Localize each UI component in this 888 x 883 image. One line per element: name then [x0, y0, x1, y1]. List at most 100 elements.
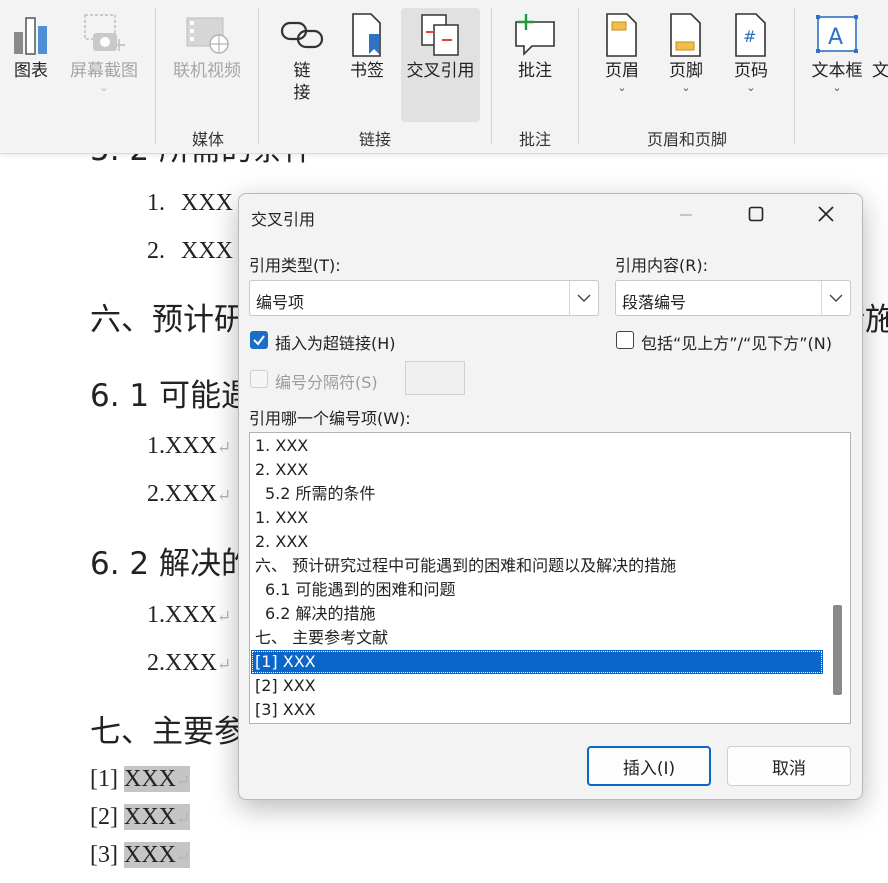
comment-label: 批注	[518, 61, 552, 81]
chart-button[interactable]: 图表	[4, 10, 58, 82]
doc-list-item[interactable]: 1. XXX	[147, 190, 233, 217]
close-button[interactable]	[803, 198, 849, 234]
ribbon: 图表 屏幕截图 ⌄ 联机视频 链 接 书签 交叉引用 批注 页眉 ⌄ 页脚 ⌄ …	[0, 0, 888, 154]
list-item-text: 6.2 解决的措施	[265, 604, 376, 623]
list-scrollbar[interactable]	[826, 433, 850, 723]
list-item-text: [1] XXX	[255, 652, 316, 671]
chevron-down-icon[interactable]	[569, 281, 598, 315]
chevron-down-icon[interactable]	[821, 281, 850, 315]
header-icon	[591, 10, 653, 60]
text-more-label: 文	[872, 61, 888, 81]
list-item-text: 5.2 所需的条件	[265, 484, 376, 503]
number-separator-checkbox[interactable]	[250, 370, 268, 388]
chain-link-icon	[272, 10, 332, 60]
list-item-text: 2. XXX	[255, 532, 309, 551]
header-label: 页眉	[605, 61, 639, 81]
ref-content-select[interactable]: 段落编号	[615, 280, 851, 316]
chart-label: 图表	[14, 61, 48, 81]
list-item-text: 2. XXX	[255, 460, 309, 479]
film-globe-icon	[164, 10, 250, 60]
textbox-button[interactable]: A 文本框 ⌄	[806, 10, 868, 94]
list-item[interactable]: 5.2 所需的条件	[251, 482, 823, 506]
online-video-button[interactable]: 联机视频	[164, 10, 250, 82]
reference-number: [2]	[90, 804, 118, 830]
list-text: 2.XXX	[147, 650, 217, 676]
paragraph-mark: ↵	[217, 438, 232, 457]
list-item[interactable]: 六、 预计研究过程中可能遇到的困难和问题以及解决的措施	[251, 554, 823, 578]
doc-list-item[interactable]: 2.XXX↵	[147, 650, 231, 677]
bar-chart-icon	[4, 10, 58, 60]
chevron-down-icon: ⌄	[681, 81, 691, 94]
textbox-icon: A	[806, 10, 868, 60]
paragraph-mark: ↵	[217, 655, 232, 674]
doc-list-item[interactable]: 1.XXX↵	[147, 602, 231, 629]
footer-button[interactable]: 页脚 ⌄	[655, 10, 717, 94]
list-item[interactable]: [1] XXX	[251, 650, 823, 674]
include-above-below-label[interactable]: 包括“见上方”/“见下方”(N)	[641, 330, 832, 354]
doc-list-item[interactable]: 2. XXX	[147, 238, 233, 265]
insert-button[interactable]: 插入(I)	[587, 746, 711, 786]
number-separator-label: 编号分隔符(S)	[275, 373, 378, 392]
list-item-text: 七、 主要参考文献	[255, 628, 389, 647]
ref-type-select[interactable]: 编号项	[249, 280, 599, 316]
insert-hyperlink-label[interactable]: 插入为超链接(H)	[275, 330, 396, 354]
doc-list-item[interactable]: 2.XXX↵	[147, 481, 231, 508]
ref-type-label: 引用类型(T):	[249, 256, 341, 275]
camera-icon	[64, 10, 144, 60]
list-text: 2.XXX	[147, 481, 217, 507]
screenshot-button[interactable]: 屏幕截图 ⌄	[64, 10, 144, 94]
chevron-down-icon: ⌄	[746, 81, 756, 94]
include-above-below-checkbox[interactable]	[616, 331, 634, 349]
list-item[interactable]: 2. XXX	[251, 458, 823, 482]
online-video-label: 联机视频	[173, 61, 241, 81]
list-item[interactable]: 七、 主要参考文献	[251, 626, 823, 650]
group-label-media: 媒体	[191, 130, 224, 149]
page-number-button[interactable]: # 页码 ⌄	[720, 10, 782, 94]
chevron-down-icon: ⌄	[832, 81, 842, 94]
insert-hyperlink-checkbox[interactable]	[250, 331, 268, 349]
maximize-button[interactable]	[733, 198, 779, 234]
header-button[interactable]: 页眉 ⌄	[591, 10, 653, 94]
scrollbar-thumb[interactable]	[833, 605, 842, 695]
minimize-button[interactable]	[663, 198, 709, 234]
bookmark-button[interactable]: 书签	[338, 10, 396, 82]
text-more-button[interactable]: 文	[872, 60, 888, 82]
cancel-button-label: 取消	[772, 758, 806, 779]
close-icon	[818, 206, 834, 226]
numbered-items-list[interactable]: 1. XXX 2. XXX 5.2 所需的条件 1. XXX 2. XXX 六、 预计研究…	[249, 432, 851, 724]
doc-reference-item[interactable]: [2] XXX↵	[90, 804, 191, 831]
maximize-icon	[748, 206, 764, 226]
paragraph-mark: ↵	[217, 607, 232, 626]
list-text: XXX	[181, 190, 233, 216]
number-separator-input[interactable]	[405, 361, 465, 395]
list-item[interactable]: [3] XXX	[251, 698, 823, 722]
link-button[interactable]: 链 接	[272, 10, 332, 104]
reference-text: XXX	[123, 766, 176, 792]
reference-text-highlighted: XXX↵	[123, 842, 191, 868]
doc-list-item[interactable]: 1.XXX↵	[147, 433, 231, 460]
svg-text:#: #	[743, 27, 756, 46]
comment-button[interactable]: 批注	[502, 10, 568, 82]
doc-reference-item[interactable]: [3] XXX↵	[90, 842, 191, 869]
chevron-down-icon: ⌄	[99, 81, 109, 94]
bookmark-label: 书签	[350, 61, 384, 81]
list-item[interactable]: 2. XXX	[251, 530, 823, 554]
list-item[interactable]: 1. XXX	[251, 434, 823, 458]
ref-content-label: 引用内容(R):	[615, 256, 708, 275]
list-item[interactable]: [2] XXX	[251, 674, 823, 698]
group-divider	[794, 8, 795, 144]
list-item-text: 六、 预计研究过程中可能遇到的困难和问题以及解决的措施	[255, 556, 677, 575]
reference-number: [3]	[90, 842, 118, 868]
group-divider	[155, 8, 156, 144]
cancel-button[interactable]: 取消	[727, 746, 851, 786]
list-item[interactable]: 6.2 解决的措施	[251, 602, 823, 626]
group-divider	[578, 8, 579, 144]
cross-reference-button[interactable]: 交叉引用	[401, 8, 480, 122]
list-text: 1.XXX	[147, 433, 217, 459]
paragraph-mark: ↵	[175, 809, 191, 828]
group-divider	[491, 8, 492, 144]
list-item[interactable]: 6.1 可能遇到的困难和问题	[251, 578, 823, 602]
list-item[interactable]: 1. XXX	[251, 506, 823, 530]
doc-reference-item[interactable]: [1] XXX↵	[90, 766, 191, 793]
reference-text-highlighted: XXX↵	[123, 766, 191, 792]
